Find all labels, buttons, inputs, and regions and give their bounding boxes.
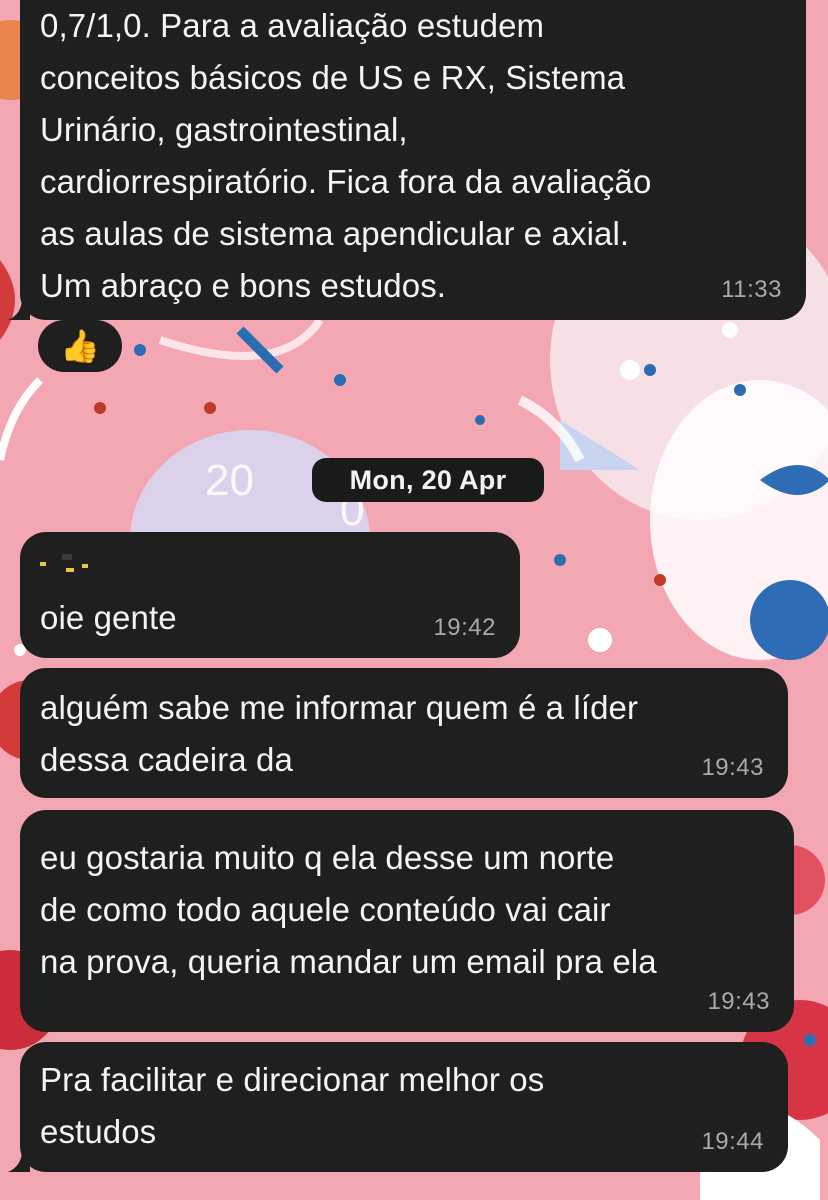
message-text: 0,7/1,0. Para a avaliação estudem concei… [40,7,652,304]
bubble-tail [8,1150,30,1172]
bubble-tail [8,298,30,320]
sender-name-redacted [40,554,88,572]
message-timestamp: 19:43 [707,988,770,1015]
message-timestamp: 19:44 [701,1128,764,1155]
date-separator: Mon, 20 Apr [312,458,544,502]
message-text: oie gente [40,599,177,636]
reaction-badge[interactable]: 👍 [38,320,122,372]
message-bubble[interactable]: Pra facilitar e direcionar melhor os est… [20,1042,788,1172]
message-timestamp: 19:43 [701,754,764,781]
message-bubble[interactable]: 0,7/1,0. Para a avaliação estudem concei… [20,0,806,320]
message-text: eu gostaria muito q ela desse um norte d… [40,839,657,980]
message-timestamp: 11:33 [721,276,782,303]
message-text: Pra facilitar e direcionar melhor os est… [40,1061,545,1150]
thumbs-up-icon: 👍 [60,328,100,364]
message-timestamp: 19:42 [433,614,496,641]
svg-text:20: 20 [205,456,254,505]
message-bubble[interactable]: oie gente 19:42 [20,532,520,658]
message-text: alguém sabe me informar quem é a líder d… [40,689,639,778]
message-bubble[interactable]: eu gostaria muito q ela desse um norte d… [20,810,794,1032]
message-bubble[interactable]: alguém sabe me informar quem é a líder d… [20,668,788,798]
